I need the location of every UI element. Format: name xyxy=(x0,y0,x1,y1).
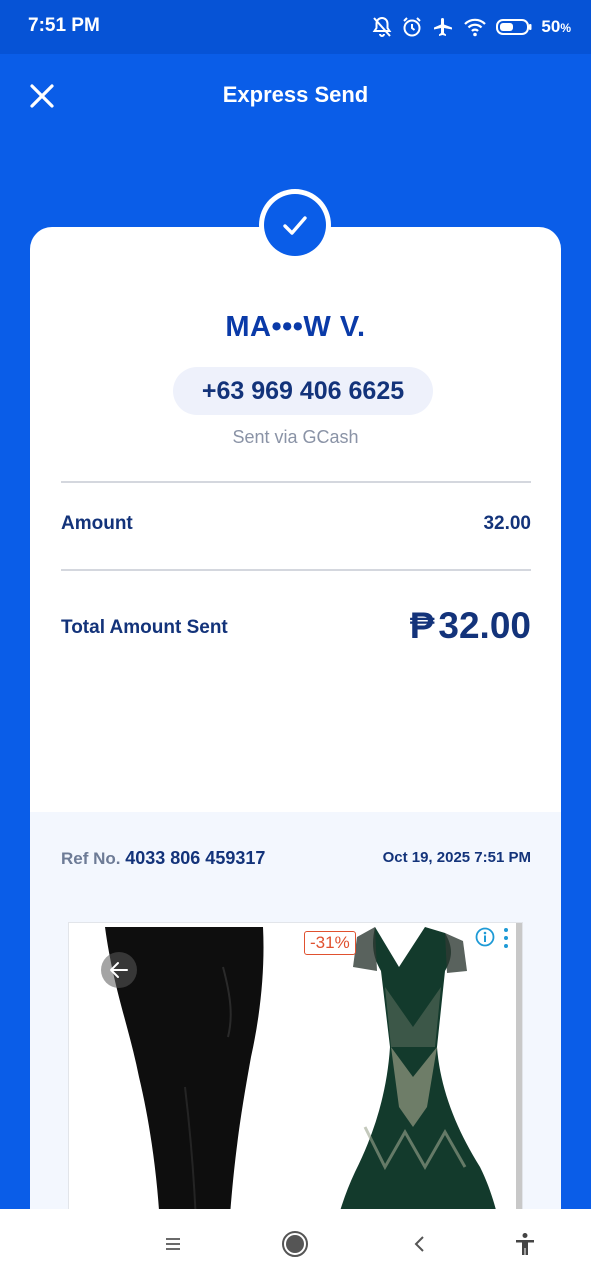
dress-image xyxy=(295,927,514,1237)
chevron-left-icon xyxy=(414,1236,424,1252)
home-button[interactable] xyxy=(277,1226,313,1262)
back-button[interactable] xyxy=(402,1226,438,1262)
menu-lines-icon xyxy=(166,1238,180,1250)
recipient-phone: +63 969 406 6625 xyxy=(173,367,433,415)
amount-label: Amount xyxy=(61,513,133,534)
more-vertical-icon[interactable] xyxy=(502,928,510,948)
ad-info-button[interactable] xyxy=(475,927,495,947)
check-icon xyxy=(283,216,307,235)
total-amount: 32.00 xyxy=(438,605,531,646)
battery-icon xyxy=(496,19,532,35)
recent-apps-button[interactable] xyxy=(155,1226,191,1262)
receipt-footer: Ref No. 4033 806 459317 Oct 19, 2025 7:5… xyxy=(30,812,561,1237)
ref-value: 4033 806 459317 xyxy=(125,848,266,868)
sent-via-label: Sent via GCash xyxy=(232,427,359,447)
page-title: Express Send xyxy=(222,82,369,107)
recipient-name: MA•••W V. xyxy=(225,311,366,343)
total-label: Total Amount Sent xyxy=(61,617,228,638)
ad-back-button[interactable] xyxy=(101,952,137,988)
airplane-icon xyxy=(434,18,453,36)
ad-product-leggings[interactable] xyxy=(73,927,292,1237)
system-nav-bar xyxy=(0,1209,591,1280)
accessibility-button[interactable] xyxy=(507,1226,543,1262)
reference-number: Ref No. 4033 806 459317 xyxy=(61,848,265,869)
alarm-icon xyxy=(403,17,422,37)
info-icon xyxy=(475,927,495,947)
receipt-card: MA•••W V. +63 969 406 6625 Sent via GCas… xyxy=(30,227,561,1237)
battery-level: 50% xyxy=(541,17,571,36)
status-time: 7:51 PM xyxy=(28,15,100,36)
transaction-datetime: Oct 19, 2025 7:51 PM xyxy=(382,849,531,866)
mute-bell-icon xyxy=(373,16,392,37)
discount-badge: -31% xyxy=(304,931,356,955)
divider xyxy=(61,481,531,483)
amount-value: 32.00 xyxy=(483,513,531,534)
ad-banner[interactable]: -31% xyxy=(68,922,523,1237)
ad-scrollbar xyxy=(516,923,522,1237)
wifi-icon xyxy=(464,18,487,37)
home-circle-icon xyxy=(282,1231,308,1257)
success-badge xyxy=(259,189,331,261)
app-bar: Express Send xyxy=(0,54,591,138)
accessibility-icon xyxy=(516,1233,534,1255)
status-bar: 7:51 PM 50% xyxy=(0,0,591,54)
ref-label: Ref No. xyxy=(61,849,121,868)
currency-symbol: ₱ xyxy=(409,605,435,646)
total-value: ₱ 32.00 xyxy=(410,605,531,647)
ad-product-dress[interactable] xyxy=(295,927,514,1237)
arrow-left-icon xyxy=(110,962,128,978)
status-icons: 50% xyxy=(372,14,571,40)
divider xyxy=(61,569,531,571)
